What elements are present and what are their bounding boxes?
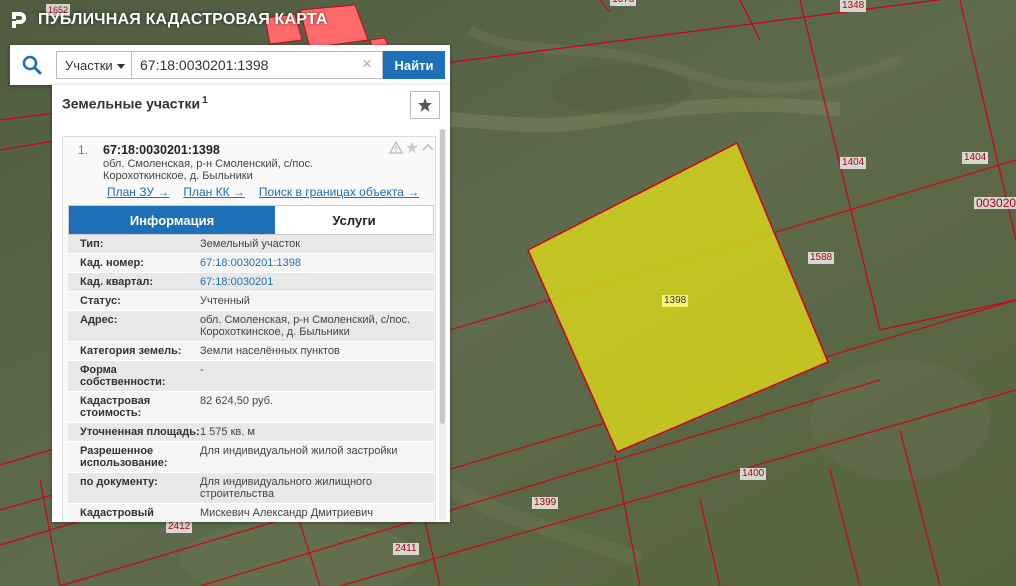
chevron-up-icon[interactable] [421, 141, 435, 154]
parcel-label: 1404 [962, 152, 989, 164]
info-row: Категория земель: Земли населённых пункто… [68, 342, 434, 361]
info-value: Учтенный [200, 295, 250, 307]
parcel-label: 1399 [532, 497, 559, 509]
pkk-logo-icon[interactable] [8, 9, 30, 31]
info-row: Адрес: обл. Смоленская, р-н Смоленский, с… [68, 311, 434, 342]
info-value: Земли населённых пунктов [200, 345, 340, 357]
search-type-dropdown[interactable]: Участки [56, 51, 132, 79]
selected-parcel-label: 1398 [662, 295, 689, 307]
info-label: по документу: [80, 476, 158, 488]
chevron-down-icon [117, 64, 125, 69]
info-row: Разрешенное использование: Для индивидуал… [68, 442, 434, 473]
info-row: Кад. квартал: 67:18:0030201 [68, 273, 434, 292]
search-type-label: Участки [65, 57, 113, 73]
info-label: Кад. номер: [80, 257, 144, 269]
info-value: 82 624,50 руб. [200, 395, 273, 407]
info-label: Кадастровая стоимость: [80, 395, 151, 419]
parcel-label: 1404 [840, 157, 867, 169]
info-label: Кадастровый [80, 507, 154, 519]
info-value: Для индивидуальной жилой застройки [200, 445, 398, 457]
tab-info[interactable]: Информация [69, 206, 275, 234]
tab-services[interactable]: Услуги [275, 206, 433, 234]
info-row: Уточненная площадь: 1 575 кв. м [68, 423, 434, 442]
info-value: 1 575 кв. м [200, 426, 255, 438]
info-row: Форма собственности: - [68, 361, 434, 392]
search-icon[interactable] [22, 55, 42, 75]
app-title: ПУБЛИЧНАЯ КАДАСТРОВАЯ КАРТА [38, 11, 328, 28]
panel-title: Земельные участки 1 [62, 95, 208, 112]
cadastral-quarter-link[interactable]: 67:18:0030201 [200, 276, 434, 288]
search-bar: Участки × Найти [10, 45, 450, 85]
parcel-label: 003020 [974, 197, 1016, 209]
info-value: Земельный участок [200, 238, 301, 250]
panel-title-text: Земельные участки [62, 95, 201, 112]
info-row: Кадастровый Мискевич Александр Дмитриевич [68, 504, 434, 522]
parcel-label: 1676 [610, 0, 637, 6]
info-value: Для индивидуального жилищного строительс… [200, 476, 373, 500]
parcel-label: 1588 [808, 252, 835, 264]
parcel-label: 2411 [393, 543, 419, 555]
result-links: План ЗУ → План КК → Поиск в границах объ… [107, 185, 419, 199]
warning-icon[interactable] [389, 141, 403, 154]
star-icon [418, 98, 432, 112]
results-panel: Земельные участки 1 1. 67:18:0030201:1398… [52, 85, 450, 522]
parcel-label: 1348 [840, 0, 867, 12]
info-table: Тип: Земельный участок Кад. номер: 67:18:0… [68, 235, 434, 522]
info-label: Разрешенное использование: [80, 445, 168, 469]
scrollbar[interactable] [439, 129, 446, 521]
info-row: Статус: Учтенный [68, 292, 434, 311]
link-plan-kk[interactable]: План КК → [183, 185, 245, 199]
result-number: 1. [78, 143, 89, 157]
result-icons [389, 141, 435, 154]
info-label: Статус: [80, 295, 121, 307]
tabs: Информация Услуги [68, 205, 434, 235]
info-row: Кадастровая стоимость: 82 624,50 руб. [68, 392, 434, 423]
result-card[interactable]: 1. 67:18:0030201:1398 обл. Смоленская, р… [62, 136, 436, 522]
app-header: ПУБЛИЧНАЯ КАДАСТРОВАЯ КАРТА [0, 0, 328, 40]
favorite-button[interactable] [410, 91, 440, 119]
info-label: Категория земель: [80, 345, 182, 357]
info-row: по документу: Для индивидуального жилищно… [68, 473, 434, 504]
star-icon[interactable] [405, 141, 419, 154]
info-value: - [200, 364, 204, 376]
info-row: Кад. номер: 67:18:0030201:1398 [68, 254, 434, 273]
search-button[interactable]: Найти [383, 51, 445, 79]
result-title[interactable]: 67:18:0030201:1398 [103, 143, 220, 157]
parcel-label: 1400 [740, 468, 767, 480]
parcel-label: 2412 [166, 521, 193, 533]
info-label: Уточненная площадь: [80, 426, 200, 438]
info-label: Адрес: [80, 314, 118, 326]
clear-icon[interactable]: × [360, 55, 374, 72]
info-value: обл. Смоленская, р-н Смоленский, с/пос. … [200, 314, 410, 338]
link-plan-zu[interactable]: План ЗУ → [107, 185, 169, 199]
cadastral-number-link[interactable]: 67:18:0030201:1398 [200, 257, 434, 269]
info-label: Тип: [80, 238, 104, 250]
result-address: обл. Смоленская, р-н Смоленский, с/пос. … [103, 158, 313, 182]
info-value: Мискевич Александр Дмитриевич [200, 507, 374, 519]
link-search-bounds[interactable]: Поиск в границах объекта → [259, 185, 419, 199]
info-label: Кад. квартал: [80, 276, 154, 288]
results-count: 1 [202, 95, 208, 106]
info-label: Форма собственности: [80, 364, 166, 388]
search-input[interactable] [131, 51, 383, 79]
info-row: Тип: Земельный участок [68, 235, 434, 254]
scrollbar-thumb[interactable] [440, 129, 445, 424]
